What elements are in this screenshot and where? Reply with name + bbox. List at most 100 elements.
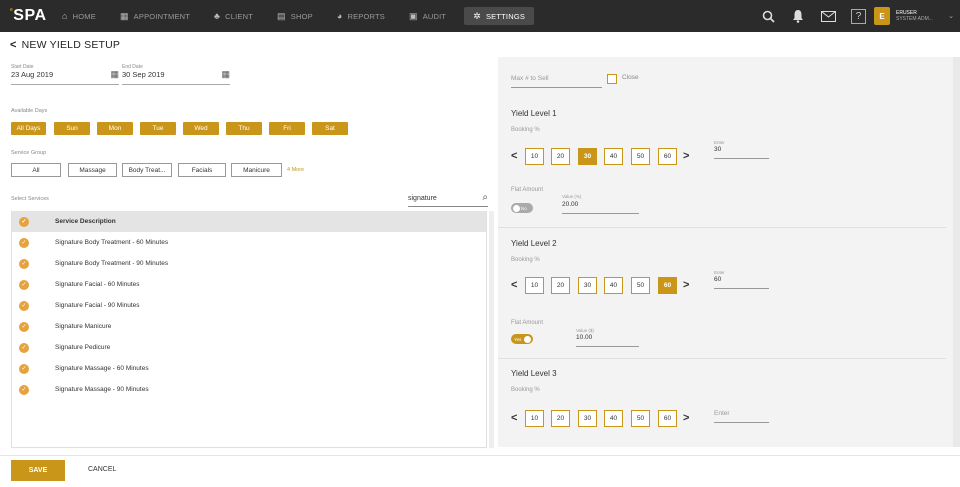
- search-icon[interactable]: ⌕: [482, 192, 488, 203]
- pct-option-10[interactable]: 10: [525, 410, 544, 427]
- table-row[interactable]: ✓ Signature Body Treatment - 60 Minutes: [12, 232, 486, 253]
- select-services-label: Select Services: [11, 196, 49, 202]
- table-row[interactable]: ✓ Signature Facial - 90 Minutes: [12, 295, 486, 316]
- day-thu[interactable]: Thu: [226, 122, 262, 135]
- calendar-icon[interactable]: ▦: [110, 69, 119, 80]
- mail-icon[interactable]: [813, 0, 843, 32]
- flat-amount-toggle[interactable]: No: [511, 203, 533, 213]
- enter-label: Enter: [714, 270, 725, 275]
- pct-option-20[interactable]: 20: [551, 148, 570, 165]
- user-info[interactable]: ERUSER SYSTEM ADM...: [896, 10, 942, 22]
- pct-option-10[interactable]: 10: [525, 277, 544, 294]
- pct-option-10[interactable]: 10: [525, 148, 544, 165]
- yield-levels-panel: [498, 57, 953, 447]
- app-logo[interactable]: eSPA: [0, 7, 50, 25]
- top-right-tools: ? E ERUSER SYSTEM ADM... ⌄: [753, 0, 960, 32]
- pct-option-40[interactable]: 40: [604, 410, 623, 427]
- booking-pct-label: Booking %: [511, 257, 540, 263]
- row-checkbox[interactable]: ✓: [19, 363, 29, 374]
- service-group-all[interactable]: All: [11, 163, 61, 177]
- max-to-sell-input[interactable]: Max # to Sell: [511, 75, 602, 88]
- pct-option-60[interactable]: 60: [658, 277, 677, 294]
- day-wed[interactable]: Wed: [183, 122, 219, 135]
- nav-home[interactable]: ⌂ HOME: [50, 0, 108, 32]
- flat-amount-label: Flat Amount: [511, 320, 544, 326]
- end-date-field[interactable]: 30 Sep 2019 ▦: [122, 69, 230, 85]
- pct-option-50[interactable]: 50: [631, 148, 650, 165]
- chevron-left-icon[interactable]: <: [511, 150, 517, 162]
- pct-option-40[interactable]: 40: [604, 277, 623, 294]
- calendar-icon[interactable]: ▦: [221, 69, 230, 80]
- day-sat[interactable]: Sat: [312, 122, 348, 135]
- pct-option-30[interactable]: 30: [578, 410, 597, 427]
- nav-shop[interactable]: ▤ SHOP: [265, 0, 325, 32]
- table-row[interactable]: ✓ Signature Body Treatment - 90 Minutes: [12, 253, 486, 274]
- more-service-groups-link[interactable]: 4 More: [287, 167, 304, 173]
- chevron-right-icon[interactable]: >: [683, 412, 689, 424]
- chevron-right-icon[interactable]: >: [683, 279, 689, 291]
- service-group-facials[interactable]: Facials: [178, 163, 226, 177]
- pct-option-50[interactable]: 50: [631, 410, 650, 427]
- chevron-down-icon[interactable]: ⌄: [942, 12, 960, 20]
- bell-icon[interactable]: [783, 0, 813, 32]
- page-title: < NEW YIELD SETUP: [10, 39, 121, 51]
- nav-appointment[interactable]: ▦ APPOINTMENT: [108, 0, 202, 32]
- row-checkbox[interactable]: ✓: [19, 279, 29, 290]
- nav-settings[interactable]: ✲ SETTINGS: [464, 7, 535, 25]
- row-checkbox[interactable]: ✓: [19, 342, 29, 353]
- shop-icon: ▤: [277, 10, 286, 21]
- close-checkbox[interactable]: [607, 74, 617, 84]
- day-fri[interactable]: Fri: [269, 122, 305, 135]
- table-row[interactable]: ✓ Signature Massage - 90 Minutes: [12, 379, 486, 400]
- day-mon[interactable]: Mon: [97, 122, 133, 135]
- service-group-massage[interactable]: Massage: [68, 163, 117, 177]
- value-input[interactable]: 20.00: [562, 201, 639, 214]
- pct-option-30[interactable]: 30: [578, 148, 597, 165]
- pct-option-40[interactable]: 40: [604, 148, 623, 165]
- back-arrow-icon[interactable]: <: [10, 39, 17, 51]
- avatar[interactable]: E: [874, 7, 890, 25]
- day-sun[interactable]: Sun: [54, 122, 90, 135]
- table-row[interactable]: ✓ Signature Facial - 60 Minutes: [12, 274, 486, 295]
- table-row[interactable]: ✓ Signature Manicure: [12, 316, 486, 337]
- chevron-left-icon[interactable]: <: [511, 279, 517, 291]
- yield-level-1-title: Yield Level 1: [511, 109, 557, 118]
- start-date-field[interactable]: 23 Aug 2019 ▦: [11, 69, 119, 85]
- service-search-input[interactable]: signature ⌕: [408, 192, 488, 207]
- service-group-manicure[interactable]: Manicure: [231, 163, 282, 177]
- pct-option-60[interactable]: 60: [658, 410, 677, 427]
- chevron-left-icon[interactable]: <: [511, 412, 517, 424]
- pct-option-20[interactable]: 20: [551, 277, 570, 294]
- flat-amount-toggle[interactable]: Yes: [511, 334, 533, 344]
- table-row[interactable]: ✓ Signature Pedicure: [12, 337, 486, 358]
- row-checkbox[interactable]: ✓: [19, 258, 29, 269]
- pct-option-50[interactable]: 50: [631, 277, 650, 294]
- enter-booking-input[interactable]: Enter: [714, 410, 769, 423]
- select-all-checkbox[interactable]: ✓: [19, 216, 29, 227]
- save-button[interactable]: SAVE: [11, 460, 65, 481]
- row-checkbox[interactable]: ✓: [19, 300, 29, 311]
- chevron-right-icon[interactable]: >: [683, 150, 689, 162]
- search-icon[interactable]: [753, 0, 783, 32]
- enter-booking-input[interactable]: 60: [714, 276, 769, 289]
- yield-level-2-title: Yield Level 2: [511, 239, 557, 248]
- row-checkbox[interactable]: ✓: [19, 384, 29, 395]
- row-checkbox[interactable]: ✓: [19, 321, 29, 332]
- value-input[interactable]: 10.00: [576, 334, 639, 347]
- day-tue[interactable]: Tue: [140, 122, 176, 135]
- pct-option-30[interactable]: 30: [578, 277, 597, 294]
- pct-option-60[interactable]: 60: [658, 148, 677, 165]
- table-row[interactable]: ✓ Signature Massage - 60 Minutes: [12, 358, 486, 379]
- service-group-body-treat[interactable]: Body Treat...: [122, 163, 172, 177]
- enter-booking-input[interactable]: 30: [714, 146, 769, 159]
- nav-client[interactable]: ♣ CLIENT: [202, 0, 265, 32]
- row-checkbox[interactable]: ✓: [19, 237, 29, 248]
- pct-option-20[interactable]: 20: [551, 410, 570, 427]
- panel-scrollbar[interactable]: [953, 57, 960, 447]
- nav-audit[interactable]: ▣ AUDIT: [397, 0, 458, 32]
- day-all-days[interactable]: All Days: [11, 122, 46, 135]
- nav-reports[interactable]: ◕ REPORTS: [325, 0, 397, 32]
- cancel-button[interactable]: CANCEL: [88, 466, 116, 473]
- help-icon[interactable]: ?: [851, 8, 866, 24]
- table-scrollbar[interactable]: [489, 211, 494, 448]
